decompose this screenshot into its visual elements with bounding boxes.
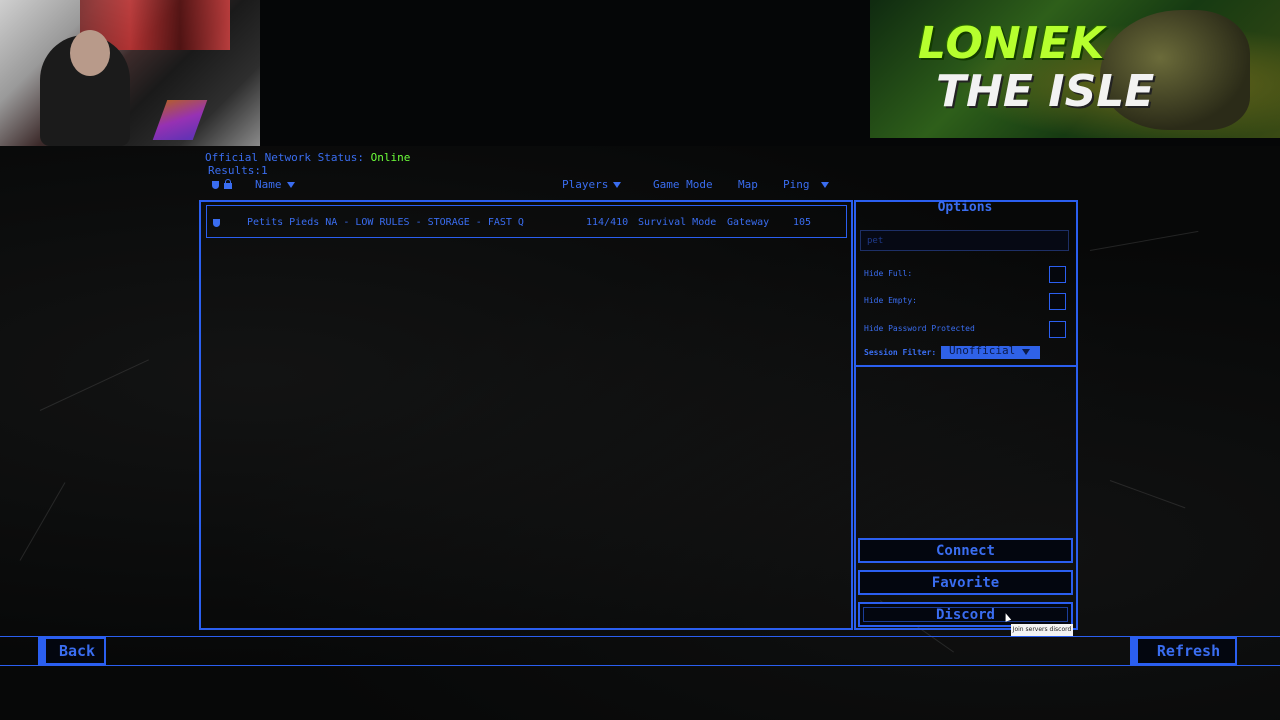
footer-divider	[0, 665, 1280, 666]
column-map-label: Map	[738, 178, 758, 191]
column-name-label: Name	[255, 178, 282, 191]
column-header-ping[interactable]: Ping	[783, 178, 829, 191]
back-button[interactable]: Back	[38, 637, 106, 665]
network-status: Official Network Status: Online	[205, 151, 410, 164]
discord-button-label: Discord	[935, 606, 995, 623]
server-players: 114/410	[586, 217, 629, 228]
hide-full-checkbox[interactable]	[1049, 266, 1066, 283]
back-button-label: Back	[58, 642, 96, 660]
column-header-game-mode[interactable]: Game Mode	[653, 178, 713, 191]
button-accent	[40, 639, 46, 663]
session-filter-value: Unofficial	[949, 346, 1016, 357]
options-panel	[854, 200, 1078, 630]
results-label: Results:	[208, 164, 261, 177]
column-header-players[interactable]: Players	[562, 178, 622, 191]
results-count: Results:1	[208, 164, 268, 177]
sort-down-icon	[286, 181, 295, 188]
column-header-name[interactable]: Name	[212, 178, 295, 191]
banner-subtitle: THE ISLE	[936, 66, 1155, 117]
column-players-label: Players	[562, 178, 609, 191]
server-name: Petits Pieds NA - LOW RULES - STORAGE - …	[247, 217, 524, 228]
hide-password-checkbox[interactable]	[1049, 321, 1066, 338]
official-shield-icon	[213, 219, 220, 227]
server-map: Gateway	[727, 217, 770, 228]
stream-banner: LONIEK THE ISLE	[870, 0, 1280, 138]
lock-icon[interactable]	[224, 179, 232, 189]
session-filter-label: Session Filter:	[864, 348, 937, 357]
sort-down-icon	[613, 181, 622, 188]
hide-password-label: Hide Password Protected	[864, 324, 975, 333]
webcam-overlay	[0, 0, 260, 146]
column-game-mode-label: Game Mode	[653, 178, 713, 191]
banner-title: LONIEK	[918, 18, 1106, 69]
button-accent	[1132, 639, 1138, 663]
server-search-input[interactable]	[860, 230, 1069, 251]
connect-button[interactable]: Connect	[858, 538, 1073, 563]
network-status-label: Official Network Status:	[205, 151, 364, 164]
session-filter-select[interactable]: Unofficial	[941, 346, 1040, 359]
server-ping: 105	[793, 217, 812, 228]
sort-down-icon	[820, 181, 829, 188]
options-divider	[856, 365, 1076, 367]
server-game-mode: Survival Mode	[638, 217, 717, 228]
chevron-down-icon	[1022, 349, 1030, 355]
column-header-map[interactable]: Map	[738, 178, 758, 191]
favorite-button[interactable]: Favorite	[858, 570, 1073, 595]
server-row[interactable]: Petits Pieds NA - LOW RULES - STORAGE - …	[206, 205, 847, 238]
discord-tooltip: Join servers discord	[1011, 624, 1073, 636]
refresh-button-label: Refresh	[1156, 642, 1221, 660]
refresh-button[interactable]: Refresh	[1130, 637, 1237, 665]
hide-full-label: Hide Full:	[864, 269, 913, 278]
results-value: 1	[260, 164, 268, 177]
network-status-value: Online	[370, 151, 411, 164]
options-title: Options	[937, 200, 993, 215]
hide-empty-checkbox[interactable]	[1049, 293, 1066, 310]
server-list-panel	[199, 200, 853, 630]
column-ping-label: Ping	[783, 178, 810, 191]
footer-divider	[0, 636, 1280, 637]
official-shield-icon[interactable]	[212, 180, 219, 189]
hide-empty-label: Hide Empty:	[864, 296, 917, 305]
